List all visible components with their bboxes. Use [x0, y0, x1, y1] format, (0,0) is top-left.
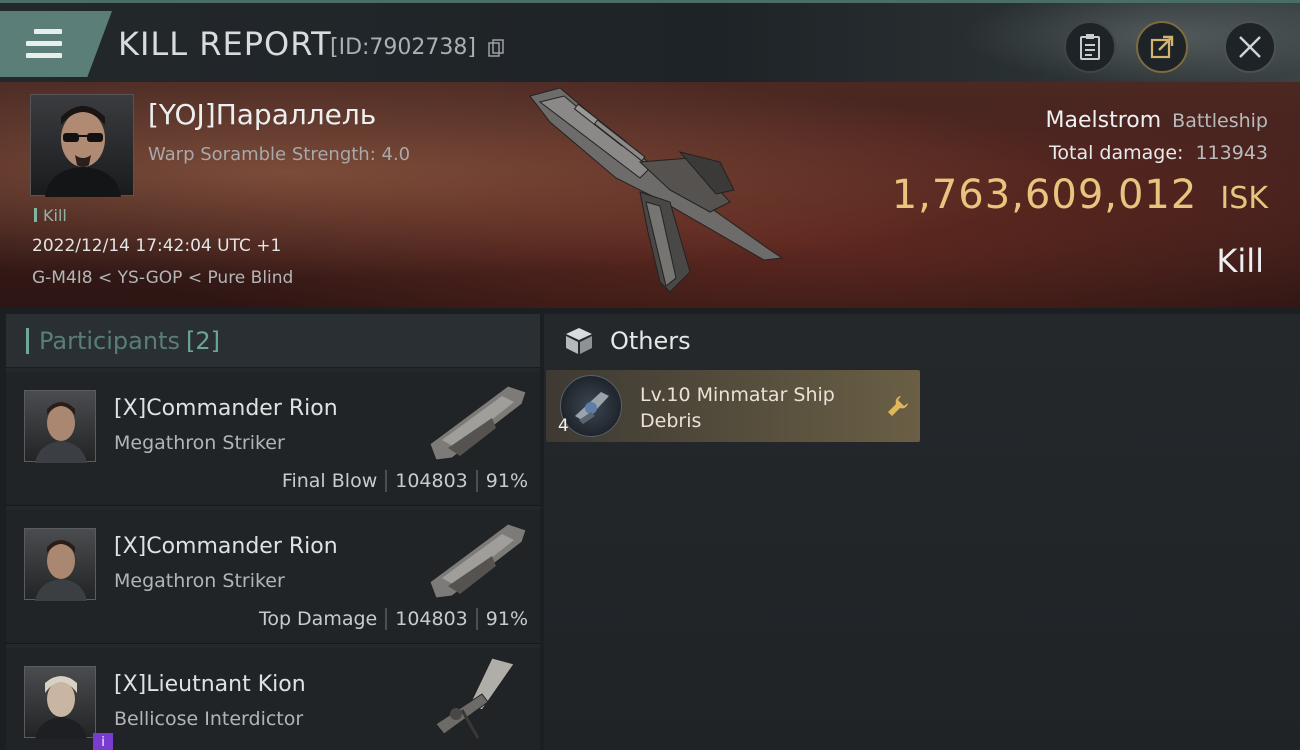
cube-icon: [566, 328, 592, 354]
victim-ship-image: [529, 87, 784, 293]
victim-ship-name: Maelstrom: [1045, 108, 1162, 133]
pilot-portrait-icon: [35, 540, 87, 601]
victim-name: [YOJ]Параллель: [148, 98, 377, 131]
clipboard-icon: [1080, 34, 1100, 60]
participant-ship-image: [435, 657, 515, 739]
participant-role: Final Blow: [281, 470, 378, 492]
pilot-portrait-icon: [45, 106, 121, 197]
others-label: Others: [610, 327, 691, 355]
copy-icon[interactable]: [488, 39, 504, 57]
participant-ship: Megathron Striker: [114, 432, 285, 454]
participant-stats: Final Blow 104803 91%: [282, 470, 528, 492]
participant-percent: 91%: [485, 470, 528, 492]
participant-role: Top Damage: [258, 608, 378, 630]
participant-row[interactable]: [X]Commander Rion Megathron Striker Fina…: [6, 372, 540, 506]
participant-name: [X]Commander Rion: [114, 534, 338, 559]
isk-amount: 1,763,609,012: [891, 172, 1198, 218]
participant-avatar[interactable]: i: [24, 666, 113, 750]
kill-location: G-M4I8 < YS-GOP < Pure Blind: [32, 268, 294, 288]
participant-row[interactable]: [X]Commander Rion Megathron Striker Top …: [6, 510, 540, 644]
victim-banner: [YOJ]Параллель Warp Soramble Strength: 4…: [0, 82, 1300, 308]
participant-damage: 104803: [395, 470, 468, 492]
share-button[interactable]: [1136, 21, 1188, 73]
participant-stats: Top Damage 104803 91%: [259, 608, 528, 630]
page-title: KILL REPORT: [118, 25, 332, 63]
victim-subtitle: Warp Soramble Strength: 4.0: [148, 144, 411, 165]
participant-ship: Bellicose Interdictor: [114, 708, 304, 730]
pilot-portrait-icon: [35, 402, 87, 463]
participants-panel: Participants [2] [X]Commander Rion Megat…: [6, 314, 540, 750]
close-button[interactable]: [1224, 21, 1276, 73]
participant-ship-image: [429, 523, 527, 599]
header-bar: KILL REPORT [ID:7902738]: [0, 0, 1300, 85]
report-id: [ID:7902738]: [330, 35, 476, 60]
participant-name: [X]Commander Rion: [114, 396, 338, 421]
clipboard-button[interactable]: [1064, 21, 1116, 73]
kill-datetime: 2022/12/14 17:42:04 UTC +1: [32, 236, 282, 256]
participant-avatar[interactable]: [24, 528, 96, 601]
victim-ship-class: Battleship: [1172, 110, 1268, 132]
participant-damage: 104803: [395, 608, 468, 630]
participant-percent: 91%: [485, 608, 528, 630]
close-icon: [1239, 36, 1261, 58]
share-icon: [1150, 35, 1174, 59]
victim-ship: Maelstrom Battleship: [1046, 108, 1268, 133]
participants-header[interactable]: Participants [2]: [6, 314, 540, 368]
menu-icon: [26, 29, 62, 65]
wrench-icon[interactable]: [886, 394, 910, 418]
loot-item[interactable]: 4 Lv.10 Minmatar Ship Debris: [546, 370, 920, 442]
total-damage: Total damage: 113943: [1049, 142, 1268, 164]
participants-label: Participants: [39, 326, 180, 355]
total-damage-label: Total damage:: [1049, 142, 1184, 164]
total-damage-value: 113943: [1195, 142, 1268, 164]
participant-ship-image: [429, 385, 527, 461]
kill-result: Kill: [1216, 242, 1264, 280]
participant-name: [X]Lieutnant Kion: [114, 672, 306, 697]
participant-avatar[interactable]: [24, 390, 96, 463]
kill-tag: Kill: [34, 206, 67, 225]
isk-unit: ISK: [1220, 181, 1268, 216]
debris-item-icon: [560, 375, 622, 437]
menu-button[interactable]: [0, 11, 112, 77]
pilot-portrait-icon: [35, 676, 87, 739]
loot-name: Lv.10 Minmatar Ship Debris: [640, 384, 835, 432]
participant-row[interactable]: i [X]Lieutnant Kion Bellicose Interdicto…: [6, 648, 540, 750]
victim-avatar[interactable]: [30, 94, 134, 197]
isk-value: 1,763,609,012 ISK: [892, 172, 1268, 218]
participants-count: [2]: [185, 326, 220, 355]
others-panel: Others 4 Lv.10 Minmatar Ship Debris: [544, 314, 1300, 750]
loot-quantity: 4: [558, 416, 569, 436]
others-header: Others: [544, 314, 1300, 368]
info-badge-icon: i: [93, 733, 113, 750]
participant-ship: Megathron Striker: [114, 570, 285, 592]
